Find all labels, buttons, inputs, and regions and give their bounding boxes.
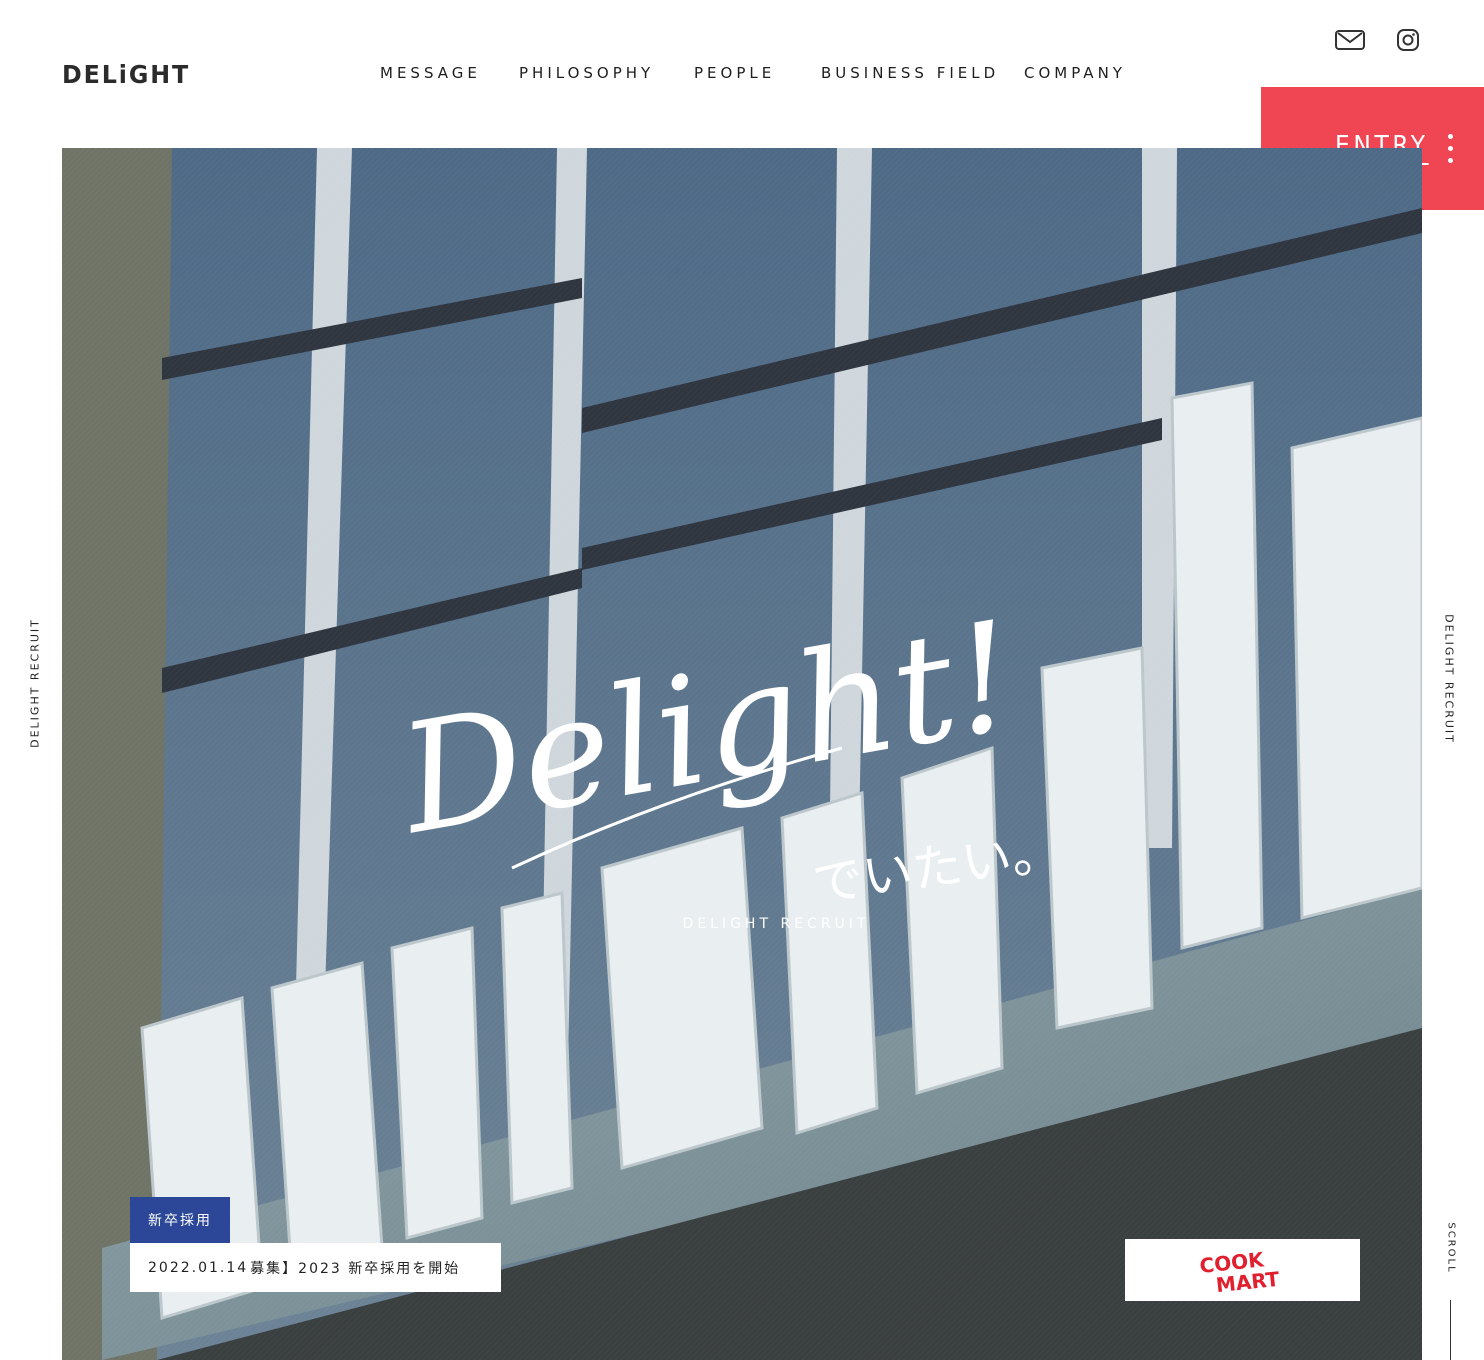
news-category-badge[interactable]: 新卒採用 (130, 1197, 230, 1243)
nav-item-philosophy[interactable]: PHILOSOPHY (519, 64, 654, 82)
cookmart-logo: COOK MART (1198, 1247, 1280, 1293)
scroll-indicator[interactable]: SCROLL (1443, 1220, 1459, 1276)
nav-item-people[interactable]: PEOPLE (694, 64, 775, 82)
news-date: 2022.01.14 (148, 1259, 249, 1276)
nav-item-message[interactable]: MESSAGE (380, 64, 481, 82)
global-nav: MESSAGE PHILOSOPHY PEOPLE BUSINESS FIELD… (0, 64, 1484, 86)
news-title: 募集】2023 新卒採用を開始 (250, 1260, 461, 1277)
cookmart-banner[interactable]: COOK MART (1125, 1239, 1360, 1301)
side-label-right: DELIGHT RECRUIT (1442, 614, 1456, 744)
nav-item-business-field[interactable]: BUSINESS FIELD (821, 64, 999, 82)
instagram-icon[interactable] (1392, 26, 1424, 54)
side-label-left: DELIGHT RECRUIT (28, 617, 42, 748)
news-item[interactable]: 2022.01.14 募集】2023 新卒採用を開始 (130, 1243, 501, 1292)
nav-item-company[interactable]: COMPANY (1024, 64, 1126, 82)
mail-icon[interactable] (1334, 26, 1366, 54)
building-photo: Delight! でいたい。 (62, 148, 1422, 1360)
hero-subtitle: DELIGHT RECRUIT (682, 916, 870, 932)
menu-dots-icon[interactable] (1448, 134, 1454, 170)
social-links (1334, 26, 1424, 54)
hero-image: Delight! でいたい。 DELIGHT RECRUIT (62, 148, 1422, 1360)
scroll-line (1450, 1300, 1451, 1360)
